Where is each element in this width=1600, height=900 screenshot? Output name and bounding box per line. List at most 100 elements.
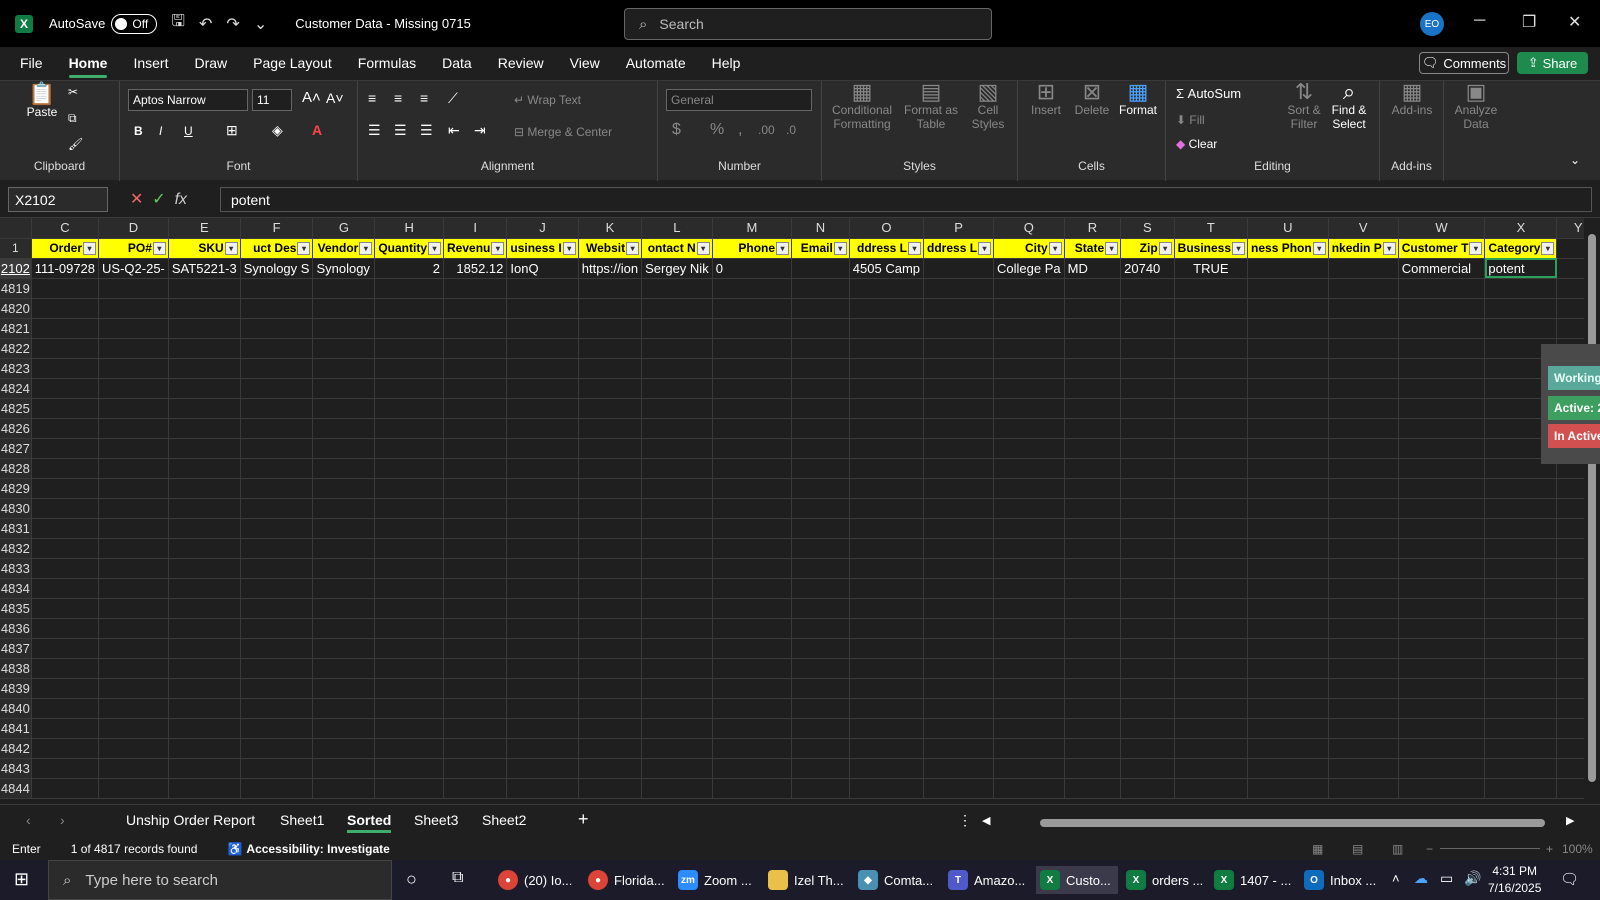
cell[interactable] bbox=[849, 698, 925, 719]
cell[interactable] bbox=[98, 718, 169, 739]
cell[interactable] bbox=[31, 278, 100, 299]
cell[interactable] bbox=[168, 678, 241, 699]
cell[interactable] bbox=[1120, 758, 1175, 779]
cell[interactable] bbox=[641, 638, 713, 659]
cell[interactable] bbox=[98, 538, 169, 559]
borders-icon[interactable]: ⊞ bbox=[226, 123, 238, 137]
cell[interactable] bbox=[506, 378, 579, 399]
cell[interactable] bbox=[993, 658, 1065, 679]
cell[interactable]: 1852.12 bbox=[443, 258, 508, 279]
cell[interactable] bbox=[578, 458, 643, 479]
cell[interactable] bbox=[641, 278, 713, 299]
cell[interactable] bbox=[98, 298, 169, 319]
cell[interactable] bbox=[923, 278, 995, 299]
worksheet-grid[interactable]: CDEFGHIJKLMNOPQRSTUVWXY 1 Order ▾ PO# ▾ SKU ▾ u… bbox=[0, 218, 1600, 804]
cell[interactable] bbox=[443, 778, 508, 799]
cell[interactable] bbox=[1398, 438, 1486, 459]
cell[interactable] bbox=[506, 678, 579, 699]
cell[interactable]: Commercial bbox=[1398, 258, 1486, 279]
cell[interactable] bbox=[98, 478, 169, 499]
decrease-font-icon[interactable]: A˅ bbox=[326, 91, 344, 105]
row-header[interactable]: 4826 bbox=[0, 418, 32, 439]
column-header[interactable]: J bbox=[506, 218, 579, 239]
search-box[interactable]: ⌕ Search bbox=[624, 8, 992, 40]
add-sheet-icon[interactable]: + bbox=[578, 809, 589, 830]
cell[interactable] bbox=[312, 358, 376, 379]
cell[interactable] bbox=[506, 598, 579, 619]
cell[interactable]: potent bbox=[1484, 258, 1558, 279]
cell[interactable] bbox=[993, 598, 1065, 619]
cell[interactable] bbox=[993, 558, 1065, 579]
cell[interactable] bbox=[374, 518, 445, 539]
cell[interactable] bbox=[993, 698, 1065, 719]
filter-dropdown-icon[interactable]: ▾ bbox=[1158, 241, 1172, 255]
cell[interactable] bbox=[506, 638, 579, 659]
cell[interactable] bbox=[1247, 478, 1329, 499]
cell[interactable] bbox=[712, 678, 793, 699]
cell[interactable] bbox=[168, 358, 241, 379]
cell[interactable] bbox=[1484, 678, 1558, 699]
cell[interactable] bbox=[31, 558, 100, 579]
cell[interactable] bbox=[374, 678, 445, 699]
cell[interactable] bbox=[443, 698, 508, 719]
more-options-icon[interactable]: ⋮ bbox=[958, 812, 972, 829]
filter-dropdown-icon[interactable]: ▾ bbox=[428, 241, 442, 255]
cell[interactable] bbox=[923, 758, 995, 779]
cell[interactable] bbox=[1484, 578, 1558, 599]
filter-dropdown-icon[interactable]: ▾ bbox=[224, 241, 238, 255]
cell[interactable] bbox=[993, 718, 1065, 739]
cell[interactable] bbox=[1328, 618, 1399, 639]
cell[interactable] bbox=[1247, 678, 1329, 699]
row-header[interactable]: 4833 bbox=[0, 558, 32, 579]
cell[interactable] bbox=[578, 438, 643, 459]
cell[interactable] bbox=[240, 698, 314, 719]
cell[interactable] bbox=[31, 618, 100, 639]
row-header[interactable]: 4840 bbox=[0, 698, 32, 719]
cell[interactable] bbox=[923, 678, 995, 699]
cell[interactable] bbox=[374, 458, 445, 479]
cell[interactable] bbox=[168, 578, 241, 599]
column-header[interactable]: E bbox=[168, 218, 241, 239]
cell[interactable] bbox=[791, 558, 850, 579]
taskbar-app-explorer[interactable]: Izel Th... bbox=[768, 866, 844, 894]
cell[interactable] bbox=[1064, 618, 1122, 639]
taskbar-app-chrome-1[interactable]: ● (20) Io... bbox=[498, 866, 572, 894]
cell[interactable] bbox=[1328, 438, 1399, 459]
cell[interactable] bbox=[712, 758, 793, 779]
cell[interactable] bbox=[240, 758, 314, 779]
cell[interactable] bbox=[1174, 358, 1249, 379]
cell[interactable] bbox=[443, 398, 508, 419]
cell[interactable] bbox=[506, 358, 579, 379]
format-as-table-button[interactable]: ▤ Format as Table bbox=[902, 81, 960, 132]
notifications-icon[interactable]: 🗨 bbox=[1560, 870, 1579, 888]
cell[interactable] bbox=[712, 478, 793, 499]
cell[interactable] bbox=[1174, 458, 1249, 479]
cell[interactable] bbox=[641, 518, 713, 539]
cell[interactable] bbox=[1398, 298, 1486, 319]
cell[interactable] bbox=[312, 698, 376, 719]
cell[interactable] bbox=[849, 418, 925, 439]
header-cell[interactable]: Order ▾ bbox=[31, 238, 100, 259]
cell[interactable] bbox=[1064, 478, 1122, 499]
cell[interactable] bbox=[312, 398, 376, 419]
cell[interactable] bbox=[641, 598, 713, 619]
bold-icon[interactable]: B bbox=[134, 124, 143, 138]
windows-start-icon[interactable]: ⊞ bbox=[14, 869, 29, 890]
cell[interactable] bbox=[443, 678, 508, 699]
filter-dropdown-icon[interactable]: ▾ bbox=[908, 241, 922, 255]
cell[interactable] bbox=[712, 538, 793, 559]
cell[interactable] bbox=[791, 258, 850, 279]
comma-icon[interactable]: , bbox=[738, 122, 742, 138]
taskbar-app-zoom[interactable]: zm Zoom ... bbox=[678, 866, 752, 894]
column-header[interactable]: P bbox=[923, 218, 995, 239]
cell[interactable] bbox=[312, 298, 376, 319]
cell[interactable] bbox=[578, 578, 643, 599]
cell[interactable] bbox=[374, 298, 445, 319]
align-left-icon[interactable]: ☰ bbox=[368, 123, 381, 137]
cell[interactable] bbox=[923, 778, 995, 799]
filter-dropdown-icon[interactable]: ▾ bbox=[1105, 241, 1119, 255]
cell[interactable] bbox=[641, 378, 713, 399]
cell[interactable] bbox=[312, 738, 376, 759]
conditional-formatting-button[interactable]: ▦ Conditional Formatting bbox=[828, 81, 896, 132]
tab-file[interactable]: File bbox=[20, 55, 43, 71]
